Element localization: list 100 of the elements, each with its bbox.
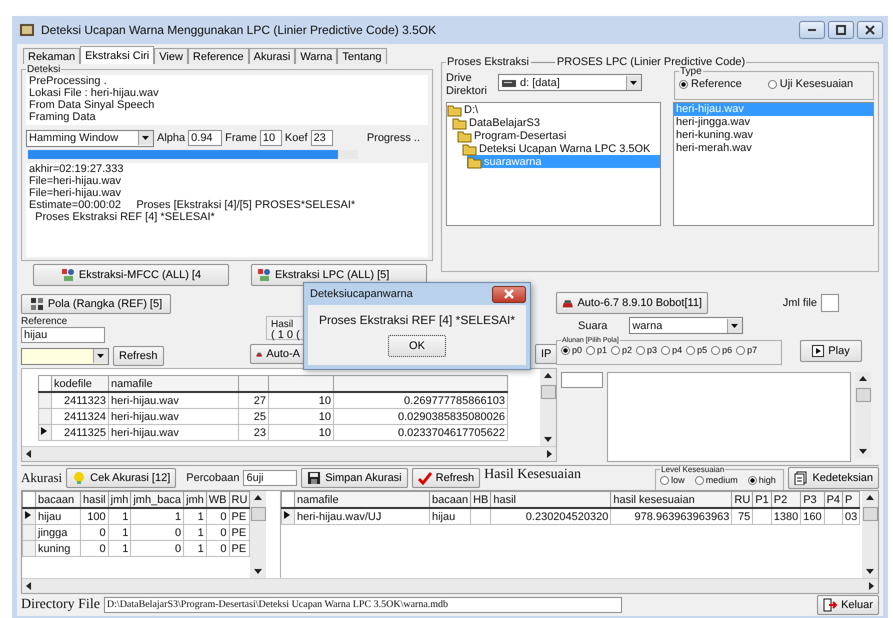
row-pointer-icon [40,426,48,436]
folder-item[interactable]: D:\ [447,103,660,116]
column-header[interactable]: bacaan [430,492,471,508]
column-header[interactable]: namafile [294,492,430,508]
vertical-scrollbar[interactable] [250,491,266,578]
close-button[interactable] [492,286,526,302]
ip-button[interactable]: IP [535,344,558,364]
column-header[interactable]: jmh_baca [130,492,184,508]
column-header[interactable]: hasil [490,492,611,508]
ok-button[interactable]: OK [388,335,446,357]
row-indicator[interactable] [38,392,52,408]
column-header[interactable]: P3 [800,492,824,508]
vertical-scrollbar[interactable] [540,369,556,446]
tab[interactable]: Ekstraksi Ciri [80,46,154,64]
tab[interactable]: Reference [188,48,249,64]
column-header[interactable]: P [842,492,860,508]
radio-button[interactable] [748,476,757,485]
tab[interactable]: Tentang [337,48,387,64]
table-cell: 1380 [771,508,801,525]
pattern-button[interactable]: Pola (Rangka (REF) [5] [21,294,171,314]
radio-button[interactable] [768,80,777,88]
radio-button[interactable] [736,346,746,354]
column-header[interactable]: P1 [752,492,772,508]
refresh-button[interactable]: Refresh [412,468,480,488]
radio-button[interactable] [679,80,688,88]
file-list[interactable]: heri-hijau.wav heri-jingga.wav heri-kuning.wav heri-merah.wav [673,102,874,226]
radio-button[interactable] [686,346,696,354]
refresh-button[interactable]: Refresh [113,346,164,366]
close-button[interactable] [857,21,883,39]
folder-item[interactable]: Deteksi Ucapan Warna LPC 3.5OK [462,142,660,155]
detection-button[interactable]: Kedeteksian [788,467,879,490]
vertical-scrollbar[interactable] [855,372,871,458]
radio-button[interactable] [711,346,720,354]
auto-button[interactable]: Auto-A [250,344,306,364]
scroll-thumb[interactable] [856,388,870,402]
radio-button[interactable] [660,476,670,485]
alpha-field[interactable]: 0.94 [188,130,222,146]
tab[interactable]: View [154,48,188,64]
exit-button[interactable]: Keluar [817,595,879,616]
extract-mfcc-button[interactable]: Ekstraksi-MFCC (ALL) [4 [33,264,229,286]
radio-button[interactable] [561,346,570,354]
column-header[interactable]: jmh [184,492,206,508]
column-header[interactable]: namafile [108,376,238,392]
reference-field[interactable]: hijau [21,327,105,343]
horizontal-scrollbar[interactable] [22,578,878,594]
table-cell: heri-hijau.wav [108,408,238,424]
column-header[interactable]: hasil kesesuaian [610,492,732,508]
weights-button[interactable]: Auto-6.7 8.9.10 Bobot[11] [556,292,708,314]
frame-field[interactable]: 10 [260,130,282,146]
check-accuracy-button[interactable]: Cek Akurasi [12] [66,468,176,488]
row-indicator[interactable] [38,424,52,440]
radio-button[interactable] [661,346,670,354]
table-cell: kuning [36,540,80,557]
directory-field[interactable]: D:\DataBelajarS3\Program-Desertasi\Deteksi Ucapan Warna LPC 3.5OK\warna.mdb [104,597,622,614]
column-header[interactable]: hasil [80,492,108,508]
maximize-button[interactable] [828,21,854,39]
file-item[interactable]: heri-jingga.wav [674,116,873,129]
radio-button[interactable] [636,346,646,354]
window-type-dropdown[interactable]: Hamming Window [26,130,154,146]
trial-field[interactable]: 6uji [243,470,298,486]
minimize-button[interactable] [799,21,825,39]
radio-label: p6 [722,345,732,355]
folder-item[interactable]: Program-Desertasi [457,129,660,142]
row-indicator[interactable] [282,508,294,525]
drive-dropdown[interactable]: d: [data] [498,74,642,91]
radio-button[interactable] [694,476,704,485]
column-header[interactable]: P2 [771,492,801,508]
reference-dropdown[interactable] [21,348,109,364]
tab[interactable]: Rekaman [23,48,80,64]
log-line: File=heri-hijau.wav [29,187,122,199]
column-header[interactable]: WB [206,492,230,508]
scroll-thumb[interactable] [540,385,556,399]
horizontal-scrollbar[interactable] [22,446,556,461]
tab[interactable]: Akurasi [248,48,296,64]
file-item[interactable]: heri-kuning.wav [674,129,873,142]
table-cell: 10 [268,392,334,408]
radio-button[interactable] [611,346,620,354]
column-header[interactable]: kodefile [52,376,108,392]
radio-button[interactable] [586,346,596,354]
save-accuracy-button[interactable]: Simpan Akurasi [301,468,408,488]
file-item[interactable]: heri-merah.wav [674,142,873,155]
koef-field[interactable]: 23 [310,130,333,146]
sound-dropdown[interactable]: warna [629,317,744,334]
folder-item[interactable]: DataBelajarS3 [452,116,660,129]
scroll-thumb[interactable] [250,507,266,522]
table-cell: 03 [842,508,860,525]
scroll-thumb[interactable] [862,507,878,522]
column-header[interactable]: RU [229,492,250,508]
folder-list[interactable]: D:\ DataBelajarS3 Program-Desertasi Deteksi Ucapan Warna LPC 3.5OK suarawarna [446,102,661,226]
tab[interactable]: Warna [295,48,338,64]
column-header[interactable]: P4 [824,492,843,508]
file-count-field[interactable] [821,294,839,312]
vertical-scrollbar[interactable] [862,491,878,578]
column-header[interactable]: jmh [108,492,131,508]
row-indicator[interactable] [22,508,36,525]
column-header[interactable]: HB [470,492,491,508]
text-field[interactable] [561,372,603,388]
column-header[interactable]: RU [732,492,753,508]
column-header[interactable]: bacaan [36,492,80,508]
play-button[interactable]: Play [800,340,862,362]
